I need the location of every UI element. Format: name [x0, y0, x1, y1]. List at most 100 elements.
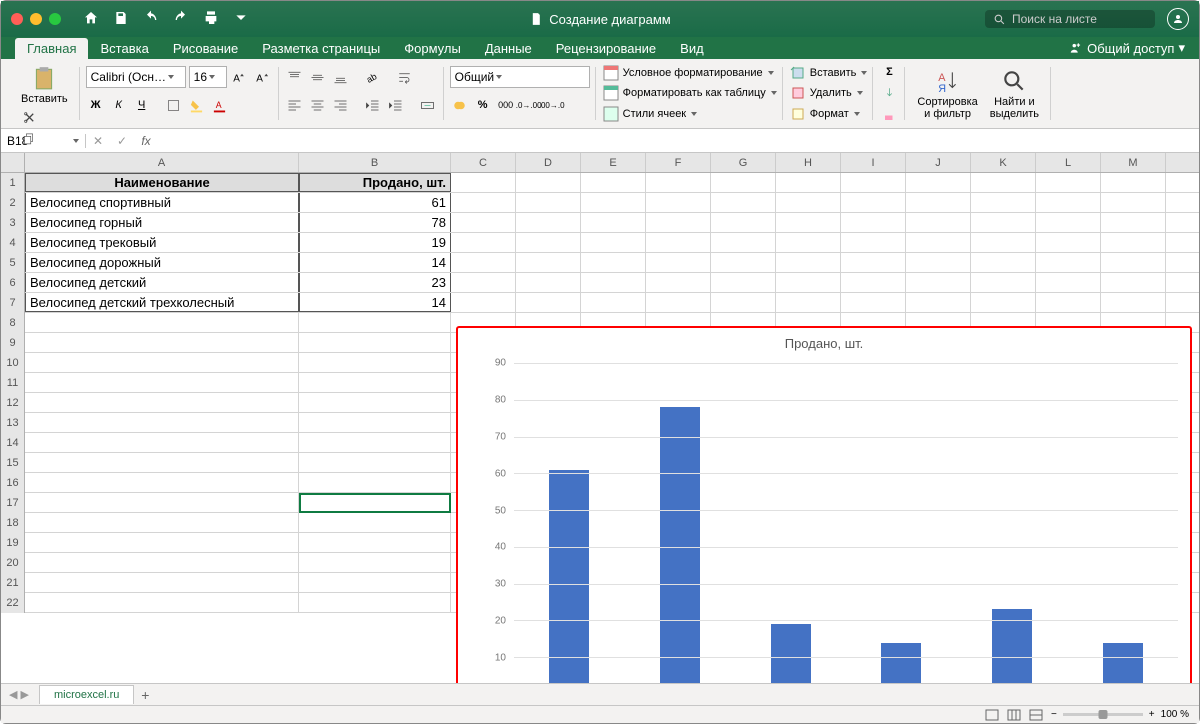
border-icon[interactable]	[164, 95, 184, 115]
row-header[interactable]: 7	[1, 293, 25, 313]
col-header[interactable]: L	[1036, 153, 1101, 172]
align-middle-icon[interactable]	[308, 67, 328, 87]
merge-icon[interactable]	[418, 95, 438, 115]
cell[interactable]	[841, 253, 906, 272]
row-header[interactable]: 17	[1, 493, 25, 513]
comma-icon[interactable]: 000	[496, 95, 516, 115]
cell[interactable]: 14	[299, 293, 451, 312]
cell[interactable]	[971, 253, 1036, 272]
decrease-decimal-icon[interactable]: .00→.0	[542, 95, 562, 115]
select-all-cell[interactable]	[1, 153, 25, 172]
paste-button[interactable]: Вставить	[15, 63, 74, 107]
cell[interactable]	[646, 273, 711, 292]
cell[interactable]	[451, 213, 516, 232]
delete-cells-button[interactable]: Удалить	[789, 83, 868, 103]
col-header[interactable]: A	[25, 153, 299, 172]
cell[interactable]	[841, 213, 906, 232]
cell[interactable]	[1036, 293, 1101, 312]
redo-icon[interactable]	[173, 10, 189, 29]
cell[interactable]	[581, 173, 646, 192]
minimize-button[interactable]	[30, 13, 42, 25]
row-header[interactable]: 13	[1, 413, 25, 433]
cell[interactable]: Наименование	[25, 173, 299, 192]
cell[interactable]	[776, 233, 841, 252]
cell[interactable]	[906, 173, 971, 192]
cell[interactable]	[299, 513, 451, 532]
cell[interactable]	[776, 293, 841, 312]
cell[interactable]	[906, 233, 971, 252]
cell[interactable]	[516, 293, 581, 312]
row-header[interactable]: 11	[1, 373, 25, 393]
cell[interactable]: Велосипед трековый	[25, 233, 299, 252]
row-header[interactable]: 19	[1, 533, 25, 553]
user-button[interactable]	[1167, 8, 1189, 30]
tab-home[interactable]: Главная	[15, 38, 88, 59]
cell[interactable]	[1036, 253, 1101, 272]
align-top-icon[interactable]	[285, 67, 305, 87]
cell[interactable]	[841, 273, 906, 292]
format-table-button[interactable]: Форматировать как таблицу	[602, 83, 777, 103]
share-button[interactable]: Общий доступ▾	[1069, 40, 1199, 59]
increase-decimal-icon[interactable]: .0→.00	[519, 95, 539, 115]
cell[interactable]: 14	[299, 253, 451, 272]
bold-icon[interactable]: Ж	[86, 95, 106, 115]
row-header[interactable]: 22	[1, 593, 25, 613]
cell[interactable]	[841, 173, 906, 192]
cell[interactable]	[581, 253, 646, 272]
align-left-icon[interactable]	[285, 95, 305, 115]
row-header[interactable]: 21	[1, 573, 25, 593]
cell[interactable]	[776, 273, 841, 292]
col-header[interactable]: M	[1101, 153, 1166, 172]
cell[interactable]	[516, 213, 581, 232]
cell[interactable]	[299, 533, 451, 552]
chart-bar[interactable]	[549, 470, 589, 694]
row-header[interactable]: 8	[1, 313, 25, 333]
row-header[interactable]: 2	[1, 193, 25, 213]
cell[interactable]	[25, 413, 299, 432]
tab-review[interactable]: Рецензирование	[544, 38, 668, 59]
cell[interactable]	[25, 353, 299, 372]
cell[interactable]	[646, 293, 711, 312]
cell[interactable]	[1101, 233, 1166, 252]
row-header[interactable]: 14	[1, 433, 25, 453]
chevron-down-icon[interactable]	[233, 10, 249, 29]
cell[interactable]	[711, 253, 776, 272]
row-header[interactable]: 16	[1, 473, 25, 493]
cell[interactable]	[25, 493, 299, 512]
cell[interactable]	[299, 453, 451, 472]
align-center-icon[interactable]	[308, 95, 328, 115]
cell[interactable]: Продано, шт.	[299, 173, 451, 192]
cell[interactable]	[841, 233, 906, 252]
cell[interactable]	[711, 273, 776, 292]
cell[interactable]	[776, 173, 841, 192]
align-right-icon[interactable]	[331, 95, 351, 115]
cell[interactable]	[971, 213, 1036, 232]
cell[interactable]	[906, 253, 971, 272]
cell[interactable]	[711, 233, 776, 252]
decrease-indent-icon[interactable]	[363, 95, 383, 115]
currency-icon[interactable]	[450, 95, 470, 115]
cell[interactable]	[776, 213, 841, 232]
cell[interactable]	[299, 493, 451, 512]
tab-insert[interactable]: Вставка	[88, 38, 160, 59]
number-format-select[interactable]: Общий	[450, 66, 590, 88]
cell[interactable]	[971, 233, 1036, 252]
row-header[interactable]: 12	[1, 393, 25, 413]
cell[interactable]	[299, 553, 451, 572]
cell[interactable]: Велосипед спортивный	[25, 193, 299, 212]
col-header[interactable]: I	[841, 153, 906, 172]
font-size-select[interactable]: 16	[189, 66, 227, 88]
cell[interactable]	[646, 173, 711, 192]
cell[interactable]	[906, 293, 971, 312]
cell[interactable]	[711, 173, 776, 192]
save-icon[interactable]	[113, 10, 129, 29]
cell[interactable]: Велосипед детский трехколесный	[25, 293, 299, 312]
decrease-font-icon[interactable]: A	[253, 67, 273, 87]
cell[interactable]	[581, 213, 646, 232]
cell[interactable]	[906, 193, 971, 212]
tab-data[interactable]: Данные	[473, 38, 544, 59]
col-header[interactable]: H	[776, 153, 841, 172]
cell[interactable]	[299, 393, 451, 412]
cell[interactable]	[299, 433, 451, 452]
view-break-icon[interactable]	[1029, 709, 1043, 721]
